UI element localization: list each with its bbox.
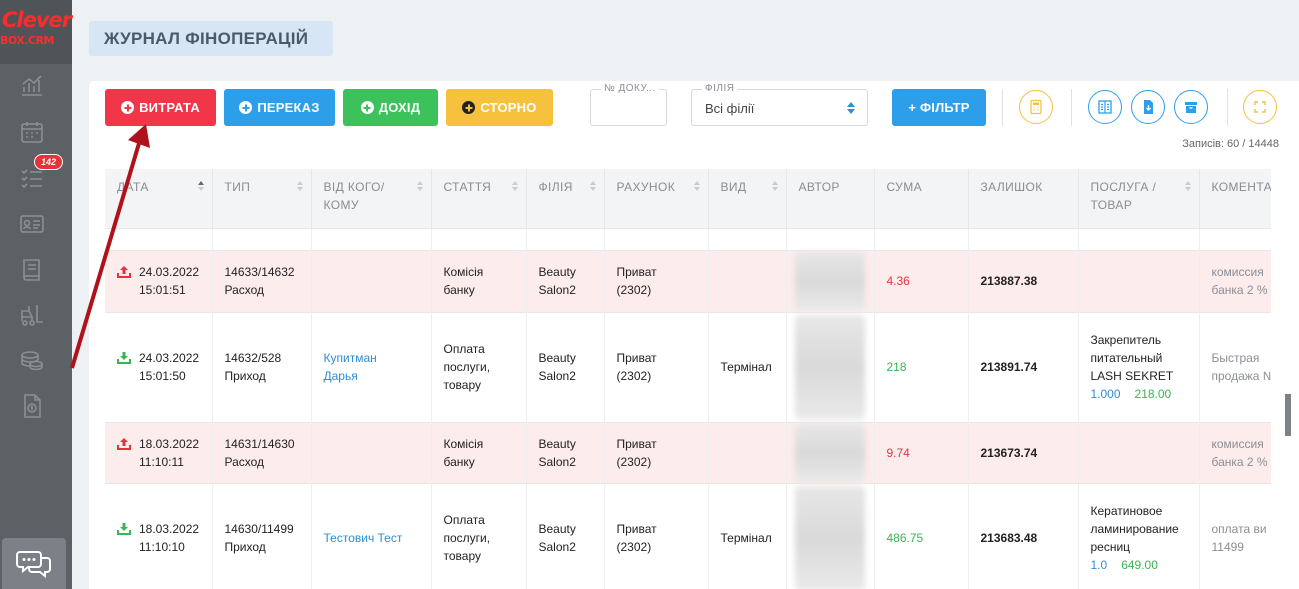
chat-button[interactable]: [2, 538, 66, 589]
file-download-icon: [1144, 100, 1153, 114]
col-header-party[interactable]: ВІД КОГО/КОМУ: [311, 169, 432, 228]
page-title: ЖУРНАЛ ФІНОПЕРАЦІЙ: [89, 21, 333, 56]
calculator-button[interactable]: [1019, 90, 1053, 124]
toolbar-divider: [1227, 89, 1228, 126]
expand-icon: [1254, 101, 1266, 113]
transfer-button[interactable]: ПЕРЕКАЗ: [224, 89, 335, 126]
archive-box-icon: [1185, 102, 1197, 113]
sort-icon: [296, 181, 303, 191]
calendar-icon[interactable]: [19, 119, 45, 145]
book-icon[interactable]: [19, 257, 45, 283]
calculator-icon: [1030, 99, 1042, 115]
sidebar: Clever BOX.CRM 142: [0, 0, 72, 589]
table-row[interactable]: 24.03.2022 15:01:50 14632/528 Приход Купит…: [105, 311, 1271, 422]
brand-line2: BOX.CRM: [0, 34, 55, 47]
brand-line1: Clever: [2, 8, 72, 32]
export-button[interactable]: [1131, 90, 1165, 124]
finance-document-icon[interactable]: [19, 393, 45, 419]
columns-button[interactable]: [1088, 90, 1122, 124]
plus-circle-icon: [360, 101, 374, 114]
toolbar-divider: [1002, 89, 1003, 126]
branch-label: ФІЛІЯ: [702, 83, 738, 94]
archive-button[interactable]: [1174, 90, 1208, 124]
expense-upload-icon: [117, 437, 131, 450]
fullscreen-button[interactable]: [1243, 90, 1277, 124]
table-scrollbar[interactable]: [1285, 394, 1291, 436]
col-header-type[interactable]: ТИП: [212, 169, 312, 228]
col-header-account[interactable]: РАХУНОК: [604, 169, 709, 228]
sort-icon: [589, 181, 596, 191]
sort-icon: [416, 181, 423, 191]
table-row[interactable]: 18.03.2022 11:10:10 14630/11499 Приход Тес…: [105, 482, 1271, 589]
chat-bubbles-icon: [16, 551, 51, 579]
expense-button[interactable]: ВИТРАТА: [105, 89, 216, 126]
col-header-comment[interactable]: КОМЕНТАР: [1199, 169, 1271, 228]
author-avatar-blurred: [794, 486, 865, 589]
analytics-icon[interactable]: [19, 72, 45, 98]
plus-circle-icon: [239, 101, 253, 114]
author-avatar-blurred: [794, 315, 865, 419]
toolbar-divider: [1071, 89, 1072, 126]
col-header-service[interactable]: ПОСЛУГА / ТОВАР: [1078, 169, 1200, 228]
sort-icon: [511, 181, 518, 191]
records-counter: Записів: 60 / 14448: [1182, 138, 1279, 150]
sort-icon: [1184, 181, 1191, 191]
storno-button[interactable]: СТОРНО: [446, 89, 553, 126]
tasks-count-badge: 142: [34, 154, 64, 170]
journal-card: ВИТРАТА ПЕРЕКАЗ ДОХІД СТОРНО № ДОКУ... Ф…: [89, 81, 1299, 589]
party-link[interactable]: Тестович Тест: [311, 482, 432, 589]
document-number-field[interactable]: № ДОКУ...: [590, 83, 667, 126]
col-header-balance[interactable]: ЗАЛИШОК: [968, 169, 1079, 228]
expense-upload-icon: [117, 266, 131, 278]
author-avatar-blurred: [794, 252, 865, 310]
table-header-row: ДАТА ТИП ВІД КОГО/КОМУ СТАТТЯ ФІЛІЯ РАХУ…: [105, 169, 1271, 228]
coins-icon[interactable]: [19, 347, 45, 373]
income-download-icon: [117, 352, 131, 364]
income-download-icon: [117, 523, 131, 536]
document-number-label: № ДОКУ...: [601, 83, 659, 94]
table-row[interactable]: 18.03.2022 11:10:11 14631/14630 Расход Ком…: [105, 421, 1271, 483]
col-header-date[interactable]: ДАТА: [105, 169, 213, 228]
plus-circle-icon: [121, 101, 135, 114]
filter-spacer-row: [105, 227, 1271, 250]
col-header-kind[interactable]: ВИД: [708, 169, 787, 228]
col-header-branch[interactable]: ФІЛІЯ: [526, 169, 605, 228]
columns-list-icon: [1098, 100, 1112, 114]
brand-logo[interactable]: Clever BOX.CRM: [0, 0, 72, 64]
col-header-article[interactable]: СТАТТЯ: [431, 169, 527, 228]
party-link[interactable]: Купитман Дарья: [311, 311, 432, 422]
table-row[interactable]: 24.03.2022 15:01:51 14633/14632 Расход Ком…: [105, 249, 1271, 312]
sort-icon: [693, 181, 700, 191]
branch-value: Всі філії: [705, 101, 755, 116]
operations-table: ДАТА ТИП ВІД КОГО/КОМУ СТАТТЯ ФІЛІЯ РАХУ…: [105, 169, 1271, 589]
col-header-sum[interactable]: СУМА: [874, 169, 969, 228]
contact-card-icon[interactable]: [19, 211, 45, 237]
forklift-icon[interactable]: [19, 302, 45, 328]
branch-select[interactable]: ФІЛІЯ Всі філії: [691, 83, 868, 126]
add-filter-button[interactable]: + ФІЛЬТР: [892, 89, 986, 126]
col-header-author[interactable]: АВТОР: [786, 169, 875, 228]
author-avatar-blurred: [794, 423, 865, 482]
sort-icon: [771, 181, 778, 191]
income-button[interactable]: ДОХІД: [343, 89, 438, 126]
plus-circle-icon: [462, 101, 476, 114]
select-arrows-icon: [847, 102, 855, 114]
sort-icon: [197, 181, 204, 191]
